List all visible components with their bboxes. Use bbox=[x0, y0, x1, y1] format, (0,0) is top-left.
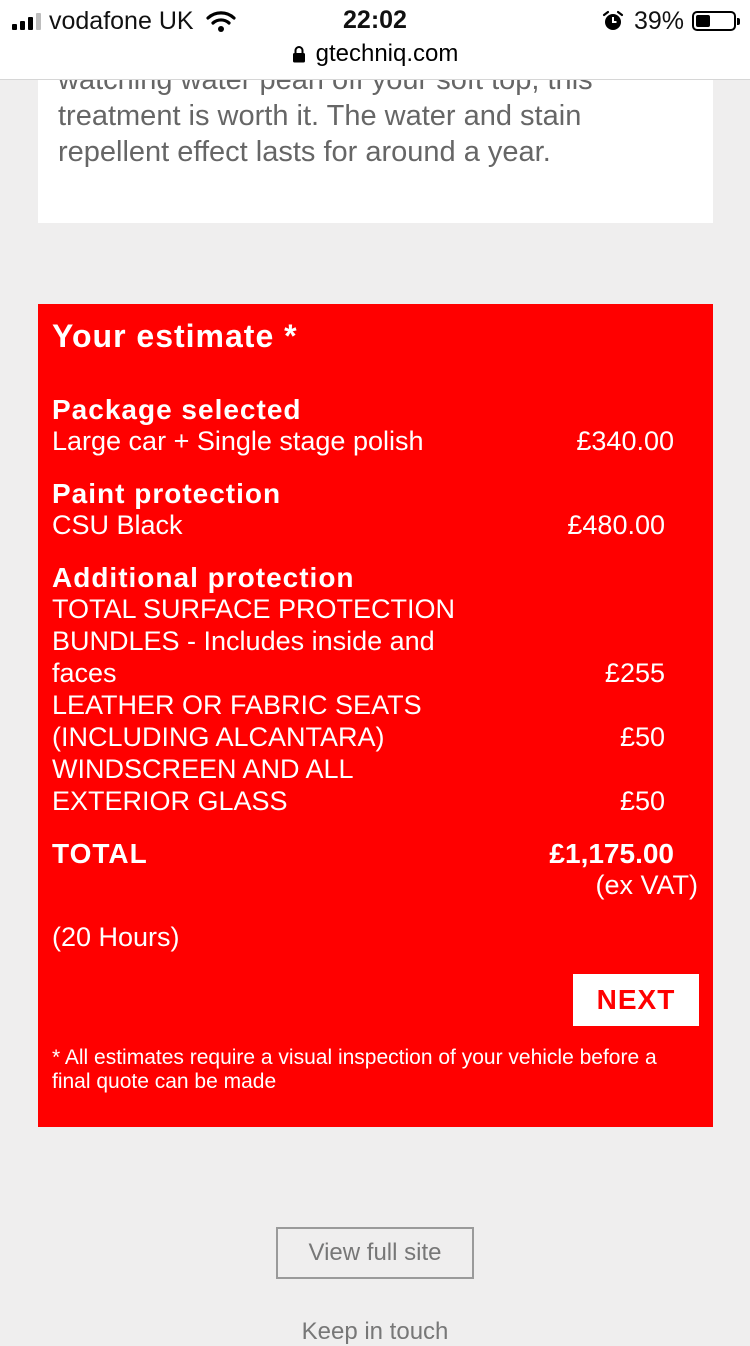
additional-item-line: BUNDLES - Includes inside and bbox=[52, 626, 435, 656]
alarm-icon bbox=[602, 10, 624, 30]
additional-item-line: TOTAL SURFACE PROTECTION bbox=[52, 594, 456, 624]
treatment-description: watching water pearl off your soft top, … bbox=[58, 80, 593, 168]
hours-estimate: (20 Hours) bbox=[52, 922, 180, 952]
paint-price: £480.00 bbox=[567, 510, 665, 540]
additional-item-price: £255 bbox=[604, 658, 665, 688]
status-bar: vodafone UK 22:02 39% gtechniq.com bbox=[0, 0, 750, 80]
keep-in-touch-heading: Keep in touch bbox=[301, 1318, 449, 1345]
additional-item-price: £50 bbox=[619, 722, 665, 752]
treatment-description-card: watching water pearl off your soft top, … bbox=[38, 80, 713, 223]
battery-icon bbox=[692, 11, 740, 31]
total-label: TOTAL bbox=[52, 838, 148, 869]
view-full-site-button[interactable]: View full site bbox=[276, 1227, 474, 1279]
total-value: £1,175.00 bbox=[549, 838, 674, 869]
estimate-disclaimer: * All estimates require a visual inspect… bbox=[52, 1046, 657, 1093]
lock-icon bbox=[292, 46, 305, 63]
additional-item-line: faces bbox=[52, 658, 117, 688]
package-heading: Package selected bbox=[52, 394, 302, 425]
status-right: 39% bbox=[602, 6, 740, 36]
battery-level bbox=[696, 15, 711, 27]
additional-item-price: £50 bbox=[619, 786, 665, 816]
additional-item-line: (INCLUDING ALCANTARA) bbox=[52, 722, 385, 752]
vat-note: (ex VAT) bbox=[595, 870, 698, 900]
url-text: gtechniq.com bbox=[315, 40, 459, 67]
additional-heading: Additional protection bbox=[52, 562, 355, 593]
package-item: Large car + Single stage polish bbox=[52, 426, 424, 456]
address-bar[interactable]: gtechniq.com bbox=[0, 40, 750, 68]
estimate-title: Your estimate * bbox=[52, 318, 298, 354]
additional-item-line: WINDSCREEN AND ALL bbox=[52, 754, 354, 784]
battery-percent: 39% bbox=[633, 6, 684, 35]
paint-item: CSU Black bbox=[52, 510, 183, 540]
package-price: £340.00 bbox=[576, 426, 674, 456]
paint-heading: Paint protection bbox=[52, 478, 282, 509]
additional-item-line: LEATHER OR FABRIC SEATS bbox=[52, 690, 422, 720]
additional-item-line: EXTERIOR GLASS bbox=[52, 786, 288, 816]
next-button[interactable]: NEXT bbox=[573, 974, 699, 1026]
